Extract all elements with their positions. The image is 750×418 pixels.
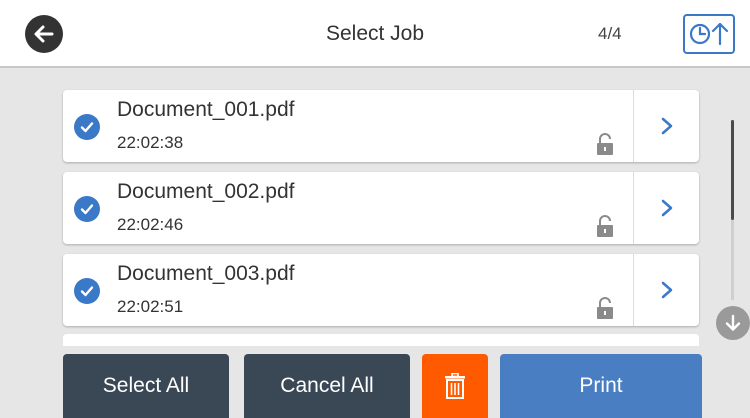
job-row[interactable]: Document_001.pdf 22:02:38 bbox=[63, 90, 699, 162]
job-checkbox[interactable] bbox=[74, 196, 100, 222]
checkmark-icon bbox=[80, 204, 94, 215]
job-checkbox[interactable] bbox=[74, 114, 100, 140]
select-all-button[interactable]: Select All bbox=[63, 354, 229, 418]
print-button[interactable]: Print bbox=[500, 354, 702, 418]
checkmark-icon bbox=[80, 286, 94, 297]
job-details-button[interactable] bbox=[634, 254, 699, 326]
job-row[interactable]: Document_003.pdf 22:02:51 bbox=[63, 254, 699, 326]
job-name: Document_002.pdf bbox=[117, 180, 295, 203]
job-time: 22:02:51 bbox=[117, 297, 184, 316]
arrow-down-icon bbox=[725, 314, 741, 331]
clock-up-arrow-icon bbox=[689, 22, 729, 46]
job-name: Document_003.pdf bbox=[117, 262, 295, 285]
cancel-all-button[interactable]: Cancel All bbox=[244, 354, 410, 418]
bottom-toolbar: Select All Cancel All Print bbox=[0, 346, 750, 418]
job-details-button[interactable] bbox=[634, 90, 699, 162]
select-job-screen: Select Job 4/4 Document_001.pdf 22:02:38 bbox=[0, 0, 750, 418]
job-checkbox[interactable] bbox=[74, 278, 100, 304]
chevron-right-icon bbox=[661, 117, 672, 135]
scroll-down-button[interactable] bbox=[716, 306, 750, 340]
job-details-button[interactable] bbox=[634, 172, 699, 244]
back-button[interactable] bbox=[25, 15, 63, 53]
unlock-icon bbox=[597, 297, 613, 319]
job-name: Document_001.pdf bbox=[117, 98, 295, 121]
job-time: 22:02:38 bbox=[117, 133, 184, 152]
job-list: Document_001.pdf 22:02:38 Document_002.p… bbox=[0, 68, 750, 348]
trash-icon bbox=[445, 373, 465, 399]
checkmark-icon bbox=[80, 122, 94, 133]
delete-button[interactable] bbox=[422, 354, 488, 418]
header-bar: Select Job 4/4 bbox=[0, 0, 750, 68]
scrollbar-thumb[interactable] bbox=[731, 120, 734, 220]
chevron-right-icon bbox=[661, 199, 672, 217]
unlock-icon bbox=[597, 133, 613, 155]
job-row[interactable]: Document_002.pdf 22:02:46 bbox=[63, 172, 699, 244]
back-arrow-icon bbox=[34, 25, 54, 43]
unlock-icon bbox=[597, 215, 613, 237]
page-title: Select Job bbox=[325, 22, 425, 45]
sort-order-button[interactable] bbox=[683, 14, 735, 54]
job-time: 22:02:46 bbox=[117, 215, 184, 234]
page-counter: 4/4 bbox=[598, 24, 622, 43]
chevron-right-icon bbox=[661, 281, 672, 299]
